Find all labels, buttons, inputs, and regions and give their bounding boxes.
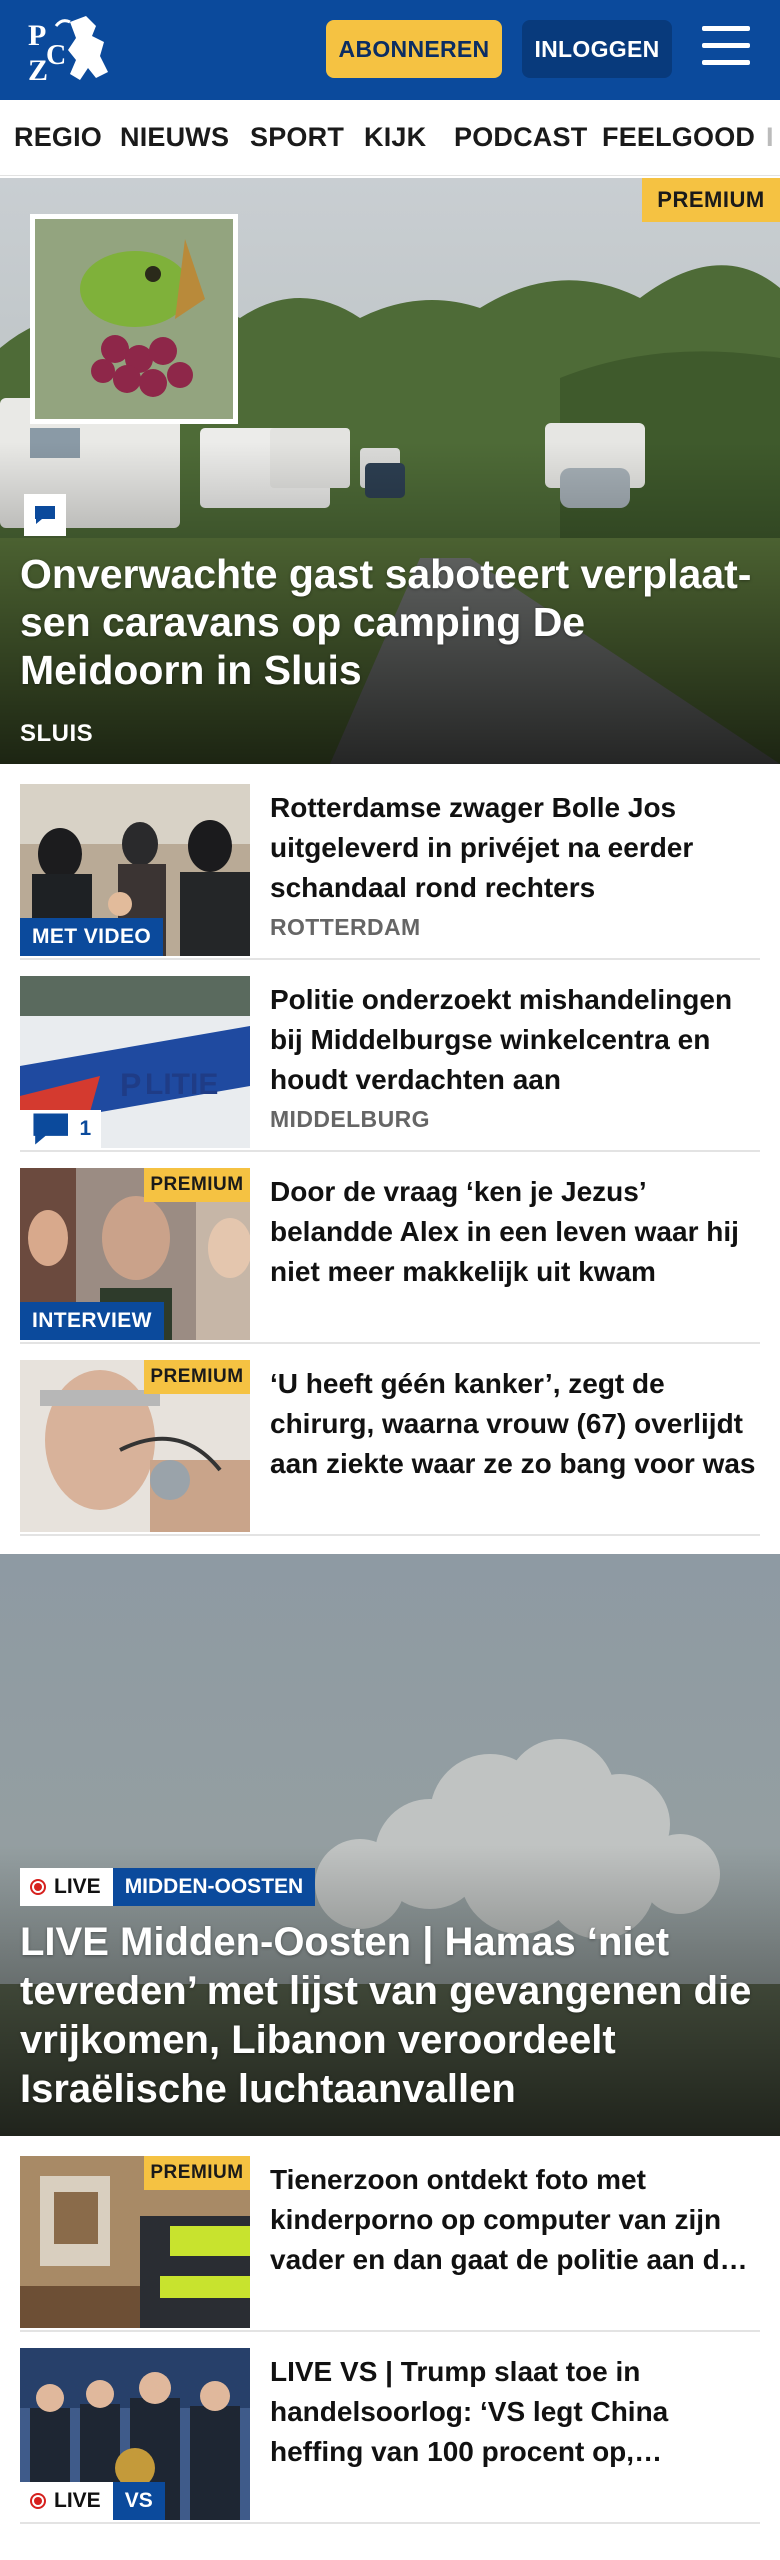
nav-item-nieuws[interactable]: NIEUWS [120, 122, 229, 153]
article-thumbnail: P LITIE 1 [20, 976, 250, 1148]
site-header: P Z C ABONNEREN INLOGGEN [0, 0, 780, 100]
comment-icon [33, 1113, 68, 1145]
article-title[interactable]: ‘U heeft géén kanker’, zegt de chirurg, … [270, 1364, 760, 1484]
nav-item-sport[interactable]: SPORT [250, 122, 344, 153]
topic-tag: VS [112, 2482, 165, 2520]
list-item[interactable]: P LITIE 1 Politie onderzoekt mishandelin… [20, 976, 760, 1152]
article-title[interactable]: Door de vraag ‘ken je Jezus’ belandde Al… [270, 1172, 760, 1292]
list-item[interactable]: PREMIUM INTERVIEW Door de vraag ‘ken je … [20, 1168, 760, 1344]
svg-text:P: P [120, 1067, 141, 1103]
live-indicator-icon [30, 1879, 46, 1895]
live-hero-article[interactable]: LIVE MIDDEN-OOSTEN LIVE Midden-Oosten | … [0, 1554, 780, 2136]
login-button[interactable]: INLOGGEN [522, 20, 672, 78]
live-indicator-icon [30, 2493, 46, 2509]
live-badge: LIVE [20, 2482, 113, 2520]
svg-text:P: P [28, 19, 46, 52]
live-tags: LIVE MIDDEN-OOSTEN [20, 1868, 316, 1906]
live-tags: LIVE VS [20, 2482, 165, 2520]
svg-text:Z: Z [28, 54, 48, 87]
premium-badge: PREMIUM [642, 178, 780, 222]
article-title[interactable]: LIVE VS | Trump slaat toe in handelsoorl… [270, 2352, 760, 2472]
list-item[interactable]: PREMIUM Tienerzoon ontdekt foto met kind… [20, 2156, 760, 2332]
hero-article[interactable]: PREMIUM Onverwachte gast saboteert verpl… [0, 178, 780, 764]
live-hero-title[interactable]: LIVE Midden-Oosten | Hamas ‘niet tevrede… [20, 1918, 760, 2114]
comment-count-chip: 1 [20, 1110, 102, 1148]
nav-item-podcast[interactable]: PODCAST [454, 122, 587, 153]
live-badge: LIVE [20, 1868, 113, 1906]
section-nav: REGIO NIEUWS SPORT KIJK PODCAST FEELGOOD… [0, 100, 780, 176]
article-thumbnail: PREMIUM INTERVIEW [20, 1168, 250, 1340]
article-location: ROTTERDAM [270, 914, 421, 940]
nav-item-kijk[interactable]: KIJK [364, 122, 426, 153]
video-tag: MET VIDEO [20, 918, 164, 956]
live-label: LIVE [54, 2489, 101, 2512]
article-thumbnail: PREMIUM [20, 2156, 250, 2328]
article-thumbnail: MET VIDEO [20, 784, 250, 956]
article-thumbnail: LIVE VS [20, 2348, 250, 2520]
article-title[interactable]: Tienerzoon ontdekt foto met kinderporno … [270, 2160, 760, 2280]
nav-overflow-item: I [766, 122, 774, 152]
article-location: MIDDELBURG [270, 1106, 430, 1132]
article-title[interactable]: Rotterdamse zwager Bolle Jos uitgeleverd… [270, 788, 760, 908]
nav-item-regio[interactable]: REGIO [14, 122, 102, 153]
live-label: LIVE [54, 1875, 101, 1898]
pzc-logo-icon: P Z C [28, 16, 108, 87]
interview-tag: INTERVIEW [20, 1302, 164, 1340]
premium-badge: PREMIUM [144, 2156, 250, 2190]
hero-title[interactable]: Onverwachte gast saboteert verplaat­sen … [20, 550, 770, 694]
premium-badge: PREMIUM [144, 1360, 250, 1394]
comment-count: 1 [79, 1117, 92, 1140]
hero-inset-photo [30, 214, 238, 424]
article-thumbnail: PREMIUM [20, 1360, 250, 1532]
comment-icon [24, 494, 66, 536]
list-item[interactable]: PREMIUM ‘U heeft géén kanker’, zegt de c… [20, 1360, 760, 1536]
list-item[interactable]: MET VIDEO Rotterdamse zwager Bolle Jos u… [20, 784, 760, 960]
pzc-logo[interactable]: P Z C [26, 12, 112, 88]
hero-location: SLUIS [20, 720, 94, 747]
nav-item-feelgood[interactable]: FEELGOOD [602, 122, 755, 153]
svg-text:LITIE: LITIE [145, 1068, 218, 1101]
premium-badge: PREMIUM [144, 1168, 250, 1202]
subscribe-button[interactable]: ABONNEREN [326, 20, 502, 78]
topic-tag: MIDDEN-OOSTEN [112, 1868, 316, 1906]
article-title[interactable]: Politie onderzoekt mishandelin­gen bij M… [270, 980, 760, 1100]
svg-text:C: C [46, 40, 66, 71]
list-item[interactable]: LIVE VS LIVE VS | Trump slaat toe in han… [20, 2348, 760, 2524]
hamburger-icon[interactable] [702, 26, 750, 70]
